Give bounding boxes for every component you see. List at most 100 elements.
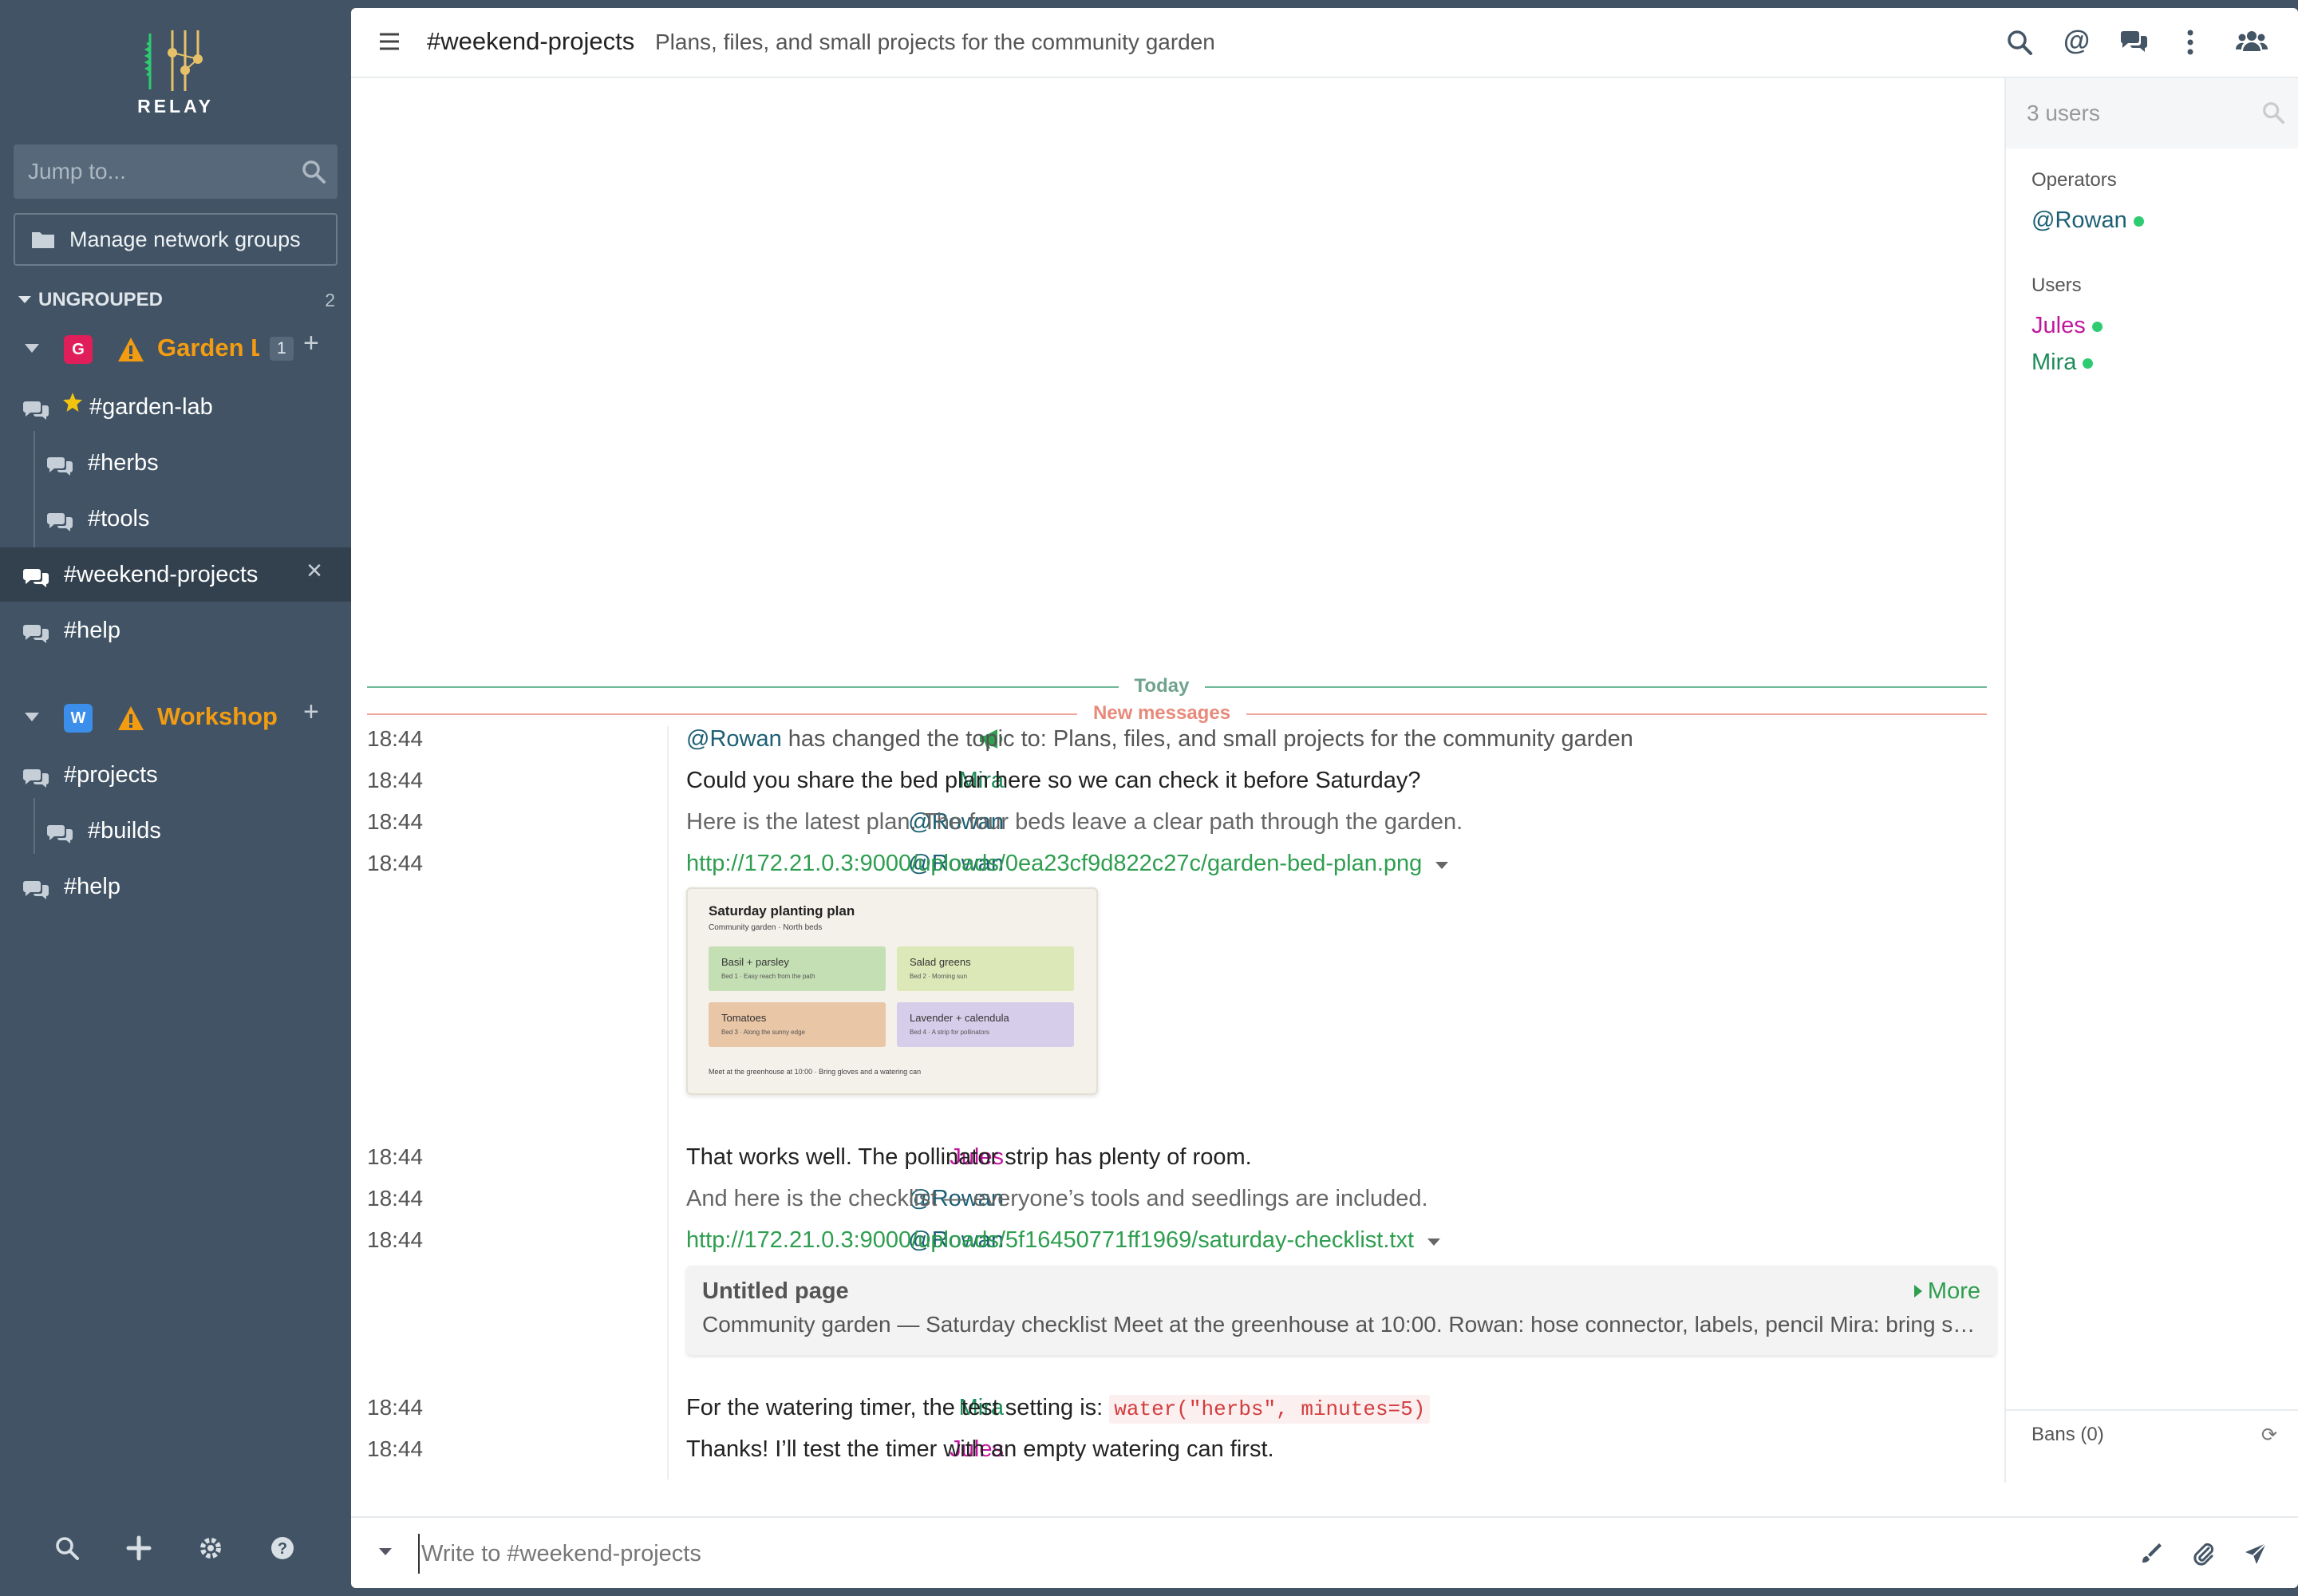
network-garden[interactable]: G Garden L 1 + xyxy=(0,326,351,373)
manage-network-groups-button[interactable]: Manage network groups xyxy=(14,213,338,266)
channel-help-workshop[interactable]: #help xyxy=(0,863,351,911)
mentions-icon[interactable]: @ xyxy=(2063,26,2090,57)
warning-icon xyxy=(118,338,144,361)
group-header-ungrouped[interactable]: UNGROUPED 2 xyxy=(18,287,335,313)
channel-help[interactable]: #help xyxy=(0,606,351,654)
jump-to-search[interactable] xyxy=(14,144,338,199)
caret-down-icon[interactable] xyxy=(1435,861,1449,871)
upload-link[interactable]: http://172.21.0.3:9000/uploads/5f1645077… xyxy=(686,1227,1414,1253)
message-text: That works well. The pollinator strip ha… xyxy=(686,1144,1252,1170)
search-icon[interactable] xyxy=(301,159,326,188)
message-text: Could you share the bed plan here so we … xyxy=(686,768,1421,793)
manage-network-groups-label: Manage network groups xyxy=(69,227,301,251)
help-icon[interactable]: ? xyxy=(270,1535,295,1565)
user-list-panel: 3 users Operators @Rowan Users Jules Mir… xyxy=(2004,78,2298,1483)
user-entry[interactable]: Jules xyxy=(2031,313,2103,339)
caret-down-icon xyxy=(18,296,31,303)
channel-garden-lab[interactable]: #garden-lab xyxy=(0,383,351,431)
paperclip-icon[interactable] xyxy=(2191,1542,2215,1570)
caret-down-icon[interactable] xyxy=(24,343,40,354)
link-preview[interactable]: Untitled page More Community garden — Sa… xyxy=(686,1266,1996,1355)
message-text: And here is the checklist — everyone’s t… xyxy=(686,1186,1428,1211)
topic-change-text: has changed the topic to: Plans, files, … xyxy=(781,726,1633,752)
channel-name: #help xyxy=(64,617,120,643)
message-input[interactable] xyxy=(418,1534,2094,1574)
upload-link[interactable]: http://172.21.0.3:9000/uploads/0ea23cf9d… xyxy=(686,851,1422,876)
search-icon[interactable] xyxy=(2261,101,2285,128)
bans-label[interactable]: Bans (0) xyxy=(2031,1424,2104,1446)
bans-section[interactable]: Bans (0) ⟳ xyxy=(2006,1409,2298,1457)
user-nick[interactable]: Mira xyxy=(2031,350,2076,375)
channel-herbs[interactable]: #herbs xyxy=(0,439,351,487)
message-list[interactable]: Today New messages 18:44 @Rowan has chan… xyxy=(351,78,2004,1483)
message-row: 18:44 Jules That works well. The pollina… xyxy=(351,1138,2004,1179)
warning-icon xyxy=(118,706,144,730)
message-actor[interactable]: @Rowan xyxy=(686,726,782,752)
jump-to-input[interactable] xyxy=(14,144,301,199)
network-workshop[interactable]: W Workshop + xyxy=(0,694,351,742)
channel-tools[interactable]: #tools xyxy=(0,495,351,543)
user-search[interactable]: 3 users xyxy=(2006,78,2298,148)
network-badge: G xyxy=(64,335,93,364)
caret-down-icon[interactable] xyxy=(1427,1238,1441,1247)
more-vertical-icon[interactable] xyxy=(2186,29,2194,60)
message-row: 18:44 @Rowan http://172.21.0.3:9000/uplo… xyxy=(351,844,2004,886)
caret-down-icon[interactable] xyxy=(24,712,40,723)
bed-sub: Bed 4 · A strip for pollinators xyxy=(910,1029,990,1036)
network-name[interactable]: Workshop xyxy=(157,702,278,731)
channel-name: #herbs xyxy=(88,449,159,476)
bed-title: Salad greens xyxy=(910,956,971,968)
user-nick[interactable]: @Rowan xyxy=(2031,207,2127,233)
bed-title: Tomatoes xyxy=(721,1012,767,1024)
chat-bubbles-icon xyxy=(23,769,49,788)
users-icon[interactable] xyxy=(2235,29,2268,58)
caret-down-icon[interactable] xyxy=(378,1547,393,1561)
date-divider-label: Today xyxy=(1118,675,1206,697)
close-icon[interactable]: × xyxy=(306,555,322,587)
group-label: UNGROUPED xyxy=(38,289,164,310)
message-link-wrap: http://172.21.0.3:9000/uploads/0ea23cf9d… xyxy=(686,851,1449,877)
refresh-icon[interactable]: ⟳ xyxy=(2261,1424,2277,1447)
message-link-wrap: http://172.21.0.3:9000/uploads/5f1645077… xyxy=(686,1227,1441,1254)
brush-icon[interactable] xyxy=(2140,1542,2164,1570)
chat-bubbles-icon[interactable] xyxy=(2119,29,2148,57)
channel-weekend-projects[interactable]: #weekend-projects × xyxy=(0,547,351,602)
message-row: 18:44 Mira For the watering timer, the t… xyxy=(351,1389,2004,1430)
channel-builds[interactable]: #builds xyxy=(0,807,351,855)
image-preview[interactable]: Saturday planting plan Community garden … xyxy=(686,887,1098,1095)
network-name[interactable]: Garden L xyxy=(157,334,259,362)
user-entry[interactable]: @Rowan xyxy=(2031,207,2144,234)
online-status-dot xyxy=(2083,358,2094,369)
chat-bubbles-icon xyxy=(23,881,49,899)
search-icon[interactable] xyxy=(2006,29,2033,60)
network-badge: W xyxy=(64,704,93,733)
add-network-icon[interactable] xyxy=(126,1535,152,1565)
channel-projects[interactable]: #projects xyxy=(0,751,351,799)
send-icon[interactable] xyxy=(2244,1542,2268,1570)
message-text: @Rowan has changed the topic to: Plans, … xyxy=(686,726,1633,753)
sidebar-footer: ? xyxy=(0,1524,351,1580)
menu-icon[interactable] xyxy=(378,32,401,55)
user-entry[interactable]: Mira xyxy=(2031,350,2094,376)
channel-name: #help xyxy=(64,873,120,899)
chat-bubbles-icon xyxy=(47,825,73,843)
chat-bubbles-icon xyxy=(47,513,73,531)
add-channel-button[interactable]: + xyxy=(303,697,319,728)
add-channel-button[interactable]: + xyxy=(303,328,319,359)
message-composer xyxy=(351,1516,2298,1588)
inline-code: water("herbs", minutes=5) xyxy=(1109,1395,1431,1424)
folder-icon xyxy=(32,232,54,248)
user-nick[interactable]: Jules xyxy=(2031,313,2086,338)
preview-footer: Meet at the greenhouse at 10:00 · Bring … xyxy=(709,1068,922,1076)
message-time: 18:44 xyxy=(367,809,424,834)
app-logo[interactable]: RELAY xyxy=(0,29,351,117)
user-search-placeholder[interactable]: 3 users xyxy=(2027,101,2100,126)
operators-heading: Operators xyxy=(2031,169,2117,191)
gear-icon[interactable] xyxy=(198,1535,223,1565)
message-time: 18:44 xyxy=(367,851,424,875)
chat-bubbles-icon xyxy=(23,625,49,643)
search-icon[interactable] xyxy=(54,1535,80,1565)
message-row: 18:44 @Rowan http://172.21.0.3:9000/uplo… xyxy=(351,1221,2004,1262)
bed-card: Lavender + calendula Bed 4 · A strip for… xyxy=(897,1002,1074,1047)
link-preview-more-button[interactable]: More xyxy=(1913,1278,1980,1305)
